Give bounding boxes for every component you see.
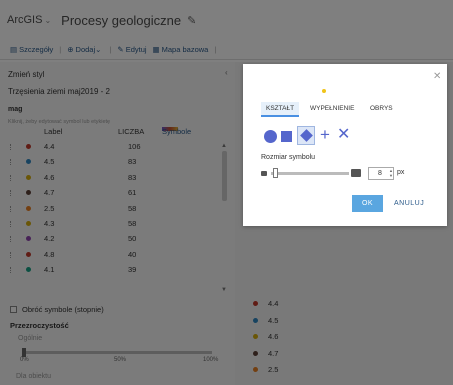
circle-shape-icon[interactable] [264, 130, 277, 143]
unit-label: px [397, 169, 405, 176]
symbol-dialog: ✕ KSZTAŁT WYPEŁNIENIE OBRYS + ✕ Rozmiar … [243, 64, 447, 226]
ok-button[interactable]: OK [352, 195, 383, 212]
tab-fill[interactable]: WYPEŁNIENIE [305, 102, 359, 115]
large-size-icon [351, 169, 361, 177]
small-size-icon [261, 171, 267, 176]
symbol-size-label: Rozmiar symbolu [261, 154, 316, 161]
symbol-preview [322, 89, 326, 93]
size-slider-handle[interactable] [273, 168, 278, 178]
diamond-shape-option[interactable] [297, 126, 315, 145]
spinner-arrows-icon[interactable]: ▲ ▼ [389, 168, 393, 178]
square-shape-icon[interactable] [281, 131, 292, 142]
size-slider[interactable] [271, 172, 349, 175]
tab-outline[interactable]: OBRYS [365, 102, 398, 115]
tab-shape[interactable]: KSZTAŁT [261, 102, 300, 117]
diamond-shape-icon [300, 129, 313, 142]
close-icon[interactable]: ✕ [433, 71, 441, 82]
size-input[interactable]: 8 ▲ ▼ [368, 167, 394, 180]
x-shape-icon[interactable]: ✕ [337, 126, 350, 144]
size-value[interactable]: 8 [378, 170, 382, 177]
cancel-button[interactable]: ANULUJ [394, 200, 424, 207]
plus-shape-icon[interactable]: + [320, 126, 330, 144]
symbol-size-control: 8 ▲ ▼ px [261, 167, 441, 181]
